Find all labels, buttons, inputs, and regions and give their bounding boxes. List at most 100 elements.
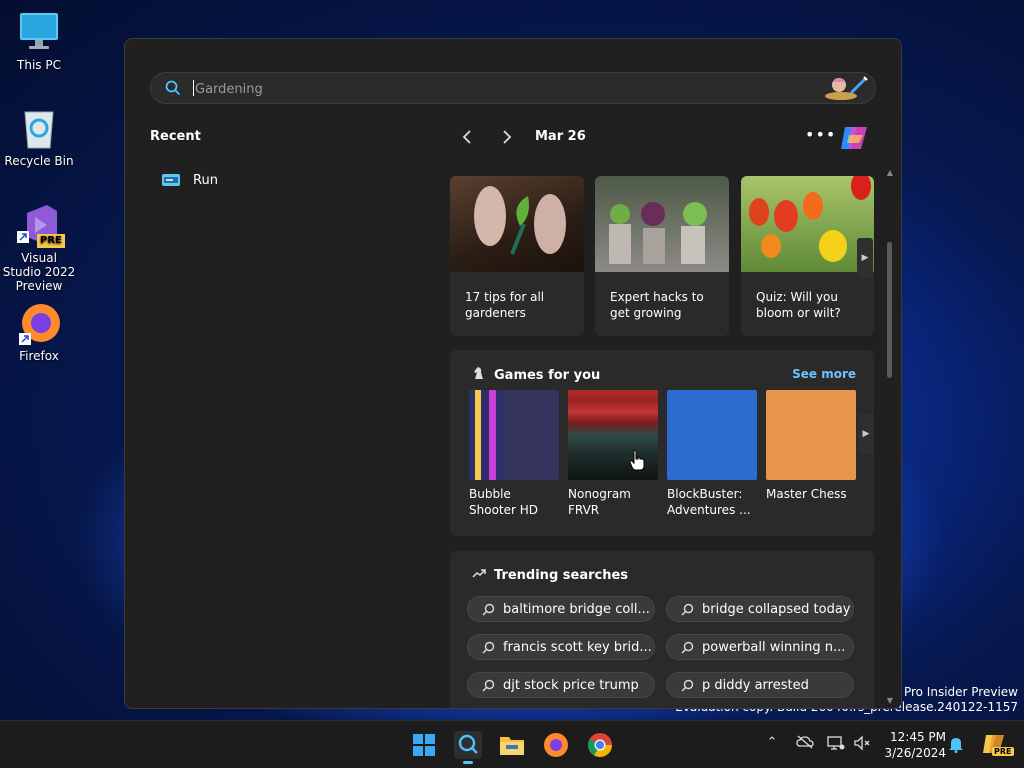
- firefox-icon: [17, 301, 61, 345]
- more-options-button[interactable]: •••: [805, 125, 836, 144]
- taskbar: ⌃ 12:45 PM 3/26/2024 PRE: [0, 720, 1024, 768]
- display-network-icon: [827, 736, 845, 750]
- game-tile[interactable]: Master Chess: [766, 390, 856, 502]
- games-section: Games for you See more Bubble Shooter HD…: [450, 350, 874, 536]
- copilot-taskbar-button[interactable]: PRE: [980, 731, 1014, 759]
- firefox-taskbar-button[interactable]: [542, 731, 570, 759]
- news-image-seedlings: [595, 176, 729, 272]
- network-icon[interactable]: [826, 735, 846, 755]
- active-indicator: [463, 761, 473, 764]
- monitor-icon: [17, 10, 61, 54]
- play-right-icon: ▶: [861, 253, 869, 263]
- games-title: Games for you: [494, 367, 601, 383]
- trending-chip-label: baltimore bridge coll...: [503, 601, 650, 617]
- search-box[interactable]: [150, 72, 876, 104]
- news-scroll-right-button[interactable]: ▶: [857, 238, 873, 278]
- copilot-button[interactable]: [837, 121, 871, 155]
- desktop-icon-visual-studio[interactable]: PRE Visual Studio 2022 Preview: [1, 203, 77, 293]
- desktop-icon-label: Firefox: [19, 349, 59, 363]
- game-tile[interactable]: Bubble Shooter HD: [469, 390, 559, 518]
- trending-chip-label: powerball winning n...: [702, 639, 846, 655]
- next-button[interactable]: [496, 129, 518, 149]
- clock[interactable]: 12:45 PM 3/26/2024: [880, 729, 946, 761]
- bell-icon: [949, 738, 963, 753]
- start-button[interactable]: [410, 731, 438, 759]
- visual-studio-icon: PRE: [17, 203, 65, 248]
- desktop-icon-firefox[interactable]: Firefox: [1, 301, 77, 363]
- show-hidden-icons-button[interactable]: ⌃: [762, 735, 782, 755]
- chrome-taskbar-button[interactable]: [586, 731, 614, 759]
- recycle-bin-icon: [17, 106, 61, 150]
- chrome-icon: [587, 733, 612, 758]
- trending-chip[interactable]: powerball winning n...: [666, 634, 854, 660]
- search-icon: [681, 679, 694, 692]
- content-feed: 17 tips for all gardeners Expert hacks t…: [450, 176, 880, 708]
- firefox-icon: [544, 733, 568, 757]
- clock-date: 3/26/2024: [884, 746, 946, 760]
- onedrive-status-icon[interactable]: [795, 735, 815, 755]
- news-image-gardening-hands: [450, 176, 584, 272]
- volume-muted-icon[interactable]: [852, 735, 872, 755]
- copilot-icon: [841, 127, 867, 149]
- taskbar-search-button[interactable]: [454, 731, 482, 764]
- game-name: BlockBuster: Adventures ...: [667, 487, 751, 517]
- run-icon: [161, 172, 181, 188]
- gardening-doodle-icon[interactable]: [823, 75, 869, 101]
- previous-button[interactable]: [456, 129, 478, 149]
- game-name: Nonogram FRVR: [568, 487, 631, 517]
- game-tile[interactable]: BlockBuster: Adventures ...: [667, 390, 757, 518]
- pre-badge: PRE: [992, 747, 1014, 756]
- news-caption: Expert hacks to get growing: [610, 290, 704, 320]
- search-icon: [482, 641, 495, 654]
- desktop-icon-this-pc[interactable]: This PC: [1, 10, 77, 72]
- news-caption: Quiz: Will you bloom or wilt?: [756, 290, 841, 320]
- desktop-icon-recycle-bin[interactable]: Recycle Bin: [1, 106, 77, 168]
- news-card[interactable]: Quiz: Will you bloom or wilt?: [741, 176, 874, 336]
- play-right-icon: ▶: [862, 429, 870, 439]
- feed-date: Mar 26: [535, 129, 586, 144]
- news-image-tulips: [741, 176, 874, 272]
- games-scroll-right-button[interactable]: ▶: [858, 414, 874, 454]
- game-name: Bubble Shooter HD: [469, 487, 539, 517]
- chevron-left-icon: [462, 130, 471, 144]
- search-icon: [165, 80, 181, 100]
- search-icon: [458, 734, 478, 754]
- trending-chip-label: djt stock price trump: [503, 677, 639, 693]
- scroll-up-icon[interactable]: ▲: [885, 168, 895, 177]
- search-icon: [681, 641, 694, 654]
- trending-chip-label: francis scott key brid...: [503, 639, 652, 655]
- chevron-up-icon: ⌃: [766, 735, 778, 750]
- trending-chip[interactable]: bridge collapsed today: [666, 596, 854, 622]
- recent-item-label: Run: [193, 172, 218, 188]
- trending-chip[interactable]: djt stock price trump: [467, 672, 655, 698]
- file-explorer-button[interactable]: [498, 731, 526, 759]
- news-card[interactable]: 17 tips for all gardeners: [450, 176, 584, 336]
- search-icon: [482, 603, 495, 616]
- feed-scrollbar[interactable]: ▲ ▼: [885, 168, 895, 708]
- game-name: Master Chess: [766, 487, 847, 501]
- scroll-down-icon[interactable]: ▼: [885, 696, 895, 705]
- news-card[interactable]: Expert hacks to get growing: [595, 176, 729, 336]
- search-panel: Recent Run Mar 26 ••• 17 tips for all ga…: [124, 38, 902, 709]
- clock-time: 12:45 PM: [890, 730, 946, 744]
- games-header: Games for you: [472, 366, 600, 384]
- recent-item-run[interactable]: Run: [161, 169, 218, 191]
- hand-pointer-cursor-icon: [629, 449, 645, 475]
- see-more-link[interactable]: See more: [792, 367, 856, 381]
- trending-chip[interactable]: baltimore bridge coll...: [467, 596, 655, 622]
- notification-bell-button[interactable]: [946, 735, 966, 755]
- news-caption: 17 tips for all gardeners: [465, 290, 545, 320]
- trending-arrow-icon: [472, 567, 486, 583]
- trending-chip[interactable]: p diddy arrested: [666, 672, 854, 698]
- chevron-right-icon: [503, 130, 512, 144]
- chess-knight-icon: [472, 366, 486, 384]
- search-input[interactable]: [193, 77, 797, 101]
- scrollbar-thumb[interactable]: [887, 242, 892, 378]
- game-art-master-chess: [766, 390, 856, 480]
- trending-chip-label: bridge collapsed today: [702, 601, 851, 617]
- trending-chip[interactable]: francis scott key brid...: [467, 634, 655, 660]
- trending-header: Trending searches: [472, 567, 628, 583]
- trending-title: Trending searches: [494, 567, 629, 583]
- ellipsis-icon: •••: [805, 125, 837, 144]
- desktop-icon-label: Visual Studio 2022 Preview: [2, 251, 76, 293]
